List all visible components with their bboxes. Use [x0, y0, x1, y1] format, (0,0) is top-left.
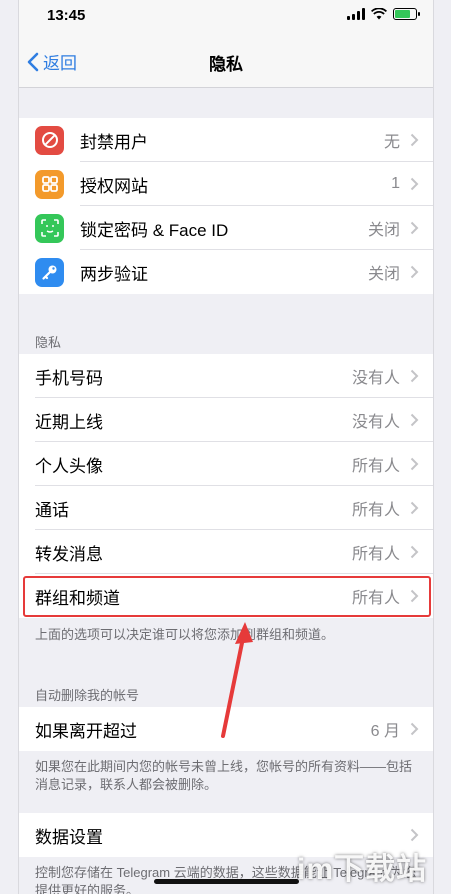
row-value: 所有人 [351, 502, 400, 519]
section-header-privacy: 隐私 [35, 335, 62, 350]
chevron-right-icon [410, 221, 419, 235]
chevron-right-icon [410, 501, 419, 515]
row-label: 授权网站 [80, 176, 148, 196]
status-time: 13:45 [47, 7, 86, 24]
row-forwarded-messages[interactable]: 转发消息 所有人 [19, 530, 433, 574]
blocked-icon [35, 125, 64, 155]
status-bar: 13:45 [19, 0, 433, 32]
chevron-right-icon [410, 545, 419, 559]
chevron-right-icon [410, 265, 419, 279]
row-calls[interactable]: 通话 所有人 [19, 486, 433, 530]
chevron-right-icon [410, 457, 419, 471]
row-value: 无 [383, 134, 400, 151]
row-blocked-users[interactable]: 封禁用户 无 [19, 118, 433, 162]
home-indicator [154, 879, 299, 884]
row-value: 没有人 [351, 370, 400, 387]
row-value: 所有人 [351, 546, 400, 563]
section-header-auto-delete: 自动删除我的帐号 [35, 688, 140, 703]
privacy-group: 手机号码 没有人 近期上线 没有人 个人头像 所有人 通话 所有人 转发消息 所… [19, 354, 433, 618]
row-label: 如果离开超过 [35, 721, 137, 741]
row-phone-number[interactable]: 手机号码 没有人 [19, 354, 433, 398]
face-id-icon [35, 213, 64, 243]
chevron-right-icon [410, 369, 419, 383]
auto-delete-group: 如果离开超过 6 月 [19, 707, 433, 751]
navigation-bar: 返回 隐私 [19, 32, 433, 88]
row-value: 6 月 [370, 723, 400, 740]
battery-icon [393, 8, 420, 20]
row-value: 所有人 [351, 458, 400, 475]
row-label: 手机号码 [35, 368, 103, 388]
status-icons [347, 8, 420, 20]
key-icon [35, 257, 64, 287]
row-label: 封禁用户 [80, 132, 148, 152]
row-value: 1 [391, 175, 400, 192]
chevron-right-icon [410, 828, 419, 842]
row-passcode-face-id[interactable]: 锁定密码 & Face ID 关闭 [19, 206, 433, 250]
row-label: 群组和频道 [35, 588, 120, 608]
row-label: 转发消息 [35, 544, 103, 564]
security-group: 封禁用户 无 授权网站 1 锁定密码 & Face ID 关闭 两步验证 关闭 [19, 118, 433, 294]
chevron-right-icon [410, 133, 419, 147]
chevron-right-icon [410, 589, 419, 603]
row-label: 锁定密码 & Face ID [80, 220, 229, 240]
row-value: 没有人 [351, 414, 400, 431]
row-last-seen[interactable]: 近期上线 没有人 [19, 398, 433, 442]
row-two-step-verification[interactable]: 两步验证 关闭 [19, 250, 433, 294]
row-label: 两步验证 [80, 264, 148, 284]
row-value: 关闭 [367, 222, 400, 239]
signal-icon [347, 8, 365, 20]
privacy-footer-note: 上面的选项可以决定谁可以将您添加到群组和频道。 [35, 627, 335, 642]
auto-delete-footer-note: 如果您在此期间内您的帐号未曾上线，您帐号的所有资料——包括消息记录，联系人都会被… [35, 759, 413, 792]
chevron-right-icon [410, 177, 419, 191]
row-label: 个人头像 [35, 456, 103, 476]
watermark-logo: im下载站 [296, 853, 427, 886]
row-label: 近期上线 [35, 412, 103, 432]
websites-grid-icon [35, 169, 64, 199]
page-title: 隐私 [209, 55, 243, 74]
row-profile-photo[interactable]: 个人头像 所有人 [19, 442, 433, 486]
row-groups-and-channels[interactable]: 群组和频道 所有人 [19, 574, 433, 618]
row-if-away-for[interactable]: 如果离开超过 6 月 [19, 707, 433, 751]
row-value: 所有人 [351, 590, 400, 607]
wifi-icon [371, 8, 387, 20]
privacy-settings-screen: 13:45 返回 隐私 封禁用户 无 授权网站 1 锁定密码 & Face ID… [18, 0, 434, 894]
chevron-right-icon [410, 413, 419, 427]
chevron-right-icon [410, 722, 419, 736]
row-authorized-websites[interactable]: 授权网站 1 [19, 162, 433, 206]
row-label: 通话 [35, 500, 69, 520]
row-value: 关闭 [367, 266, 400, 283]
